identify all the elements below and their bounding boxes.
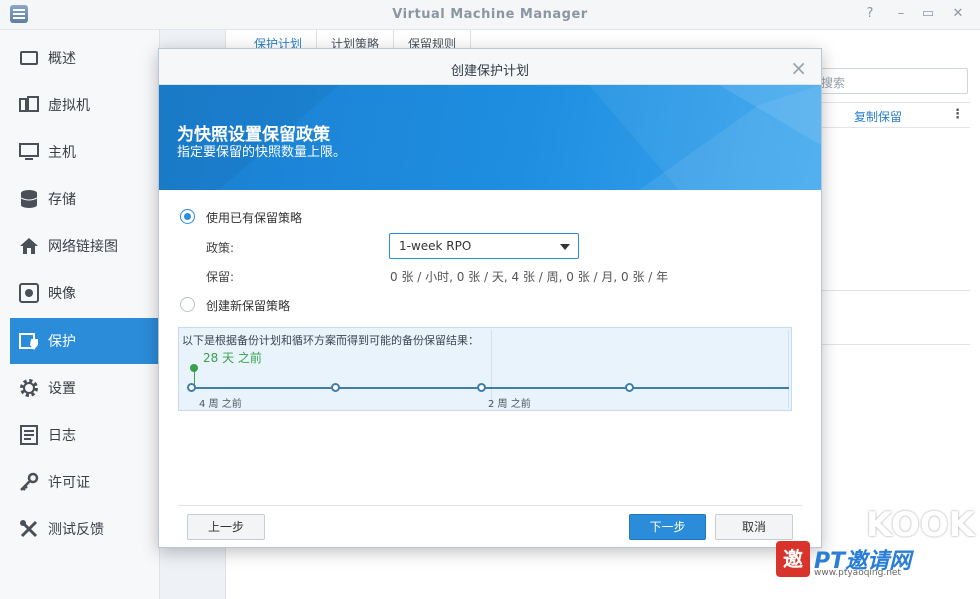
dialog-footer-divider — [178, 505, 802, 506]
radio-use-existing-policy[interactable] — [180, 209, 195, 224]
retention-value: 0 张 / 小时, 0 张 / 天, 4 张 / 周, 0 张 / 月, 0 张… — [390, 270, 669, 284]
sidebar-item-label: 概述 — [48, 51, 76, 67]
radio-label-existing: 使用已有保留策略 — [206, 211, 303, 225]
column-header: 复制保留 ⋮ — [820, 102, 970, 128]
sidebar-item-feedback[interactable]: 测试反馈 — [10, 506, 158, 552]
app-title: Virtual Machine Manager — [392, 7, 588, 22]
watermark-logo: KOOK — [866, 505, 975, 545]
title-bar: Virtual Machine Manager ? – ▭ ✕ — [0, 0, 980, 30]
image-icon — [18, 282, 40, 304]
column-menu-icon[interactable]: ⋮ — [951, 107, 964, 122]
timeline-tick-label: 2 周 之前 — [488, 399, 531, 410]
storage-icon — [18, 188, 40, 210]
dialog-header: 创建保护计划 × — [159, 49, 821, 85]
search-input[interactable]: 搜索 — [808, 68, 968, 94]
maximize-icon[interactable]: ▭ — [920, 6, 936, 21]
timeline-retention-badge: 28 天 之前 — [203, 351, 262, 365]
banner-subtitle: 指定要保留的快照数量上限。 — [177, 145, 347, 160]
timeline-node — [625, 383, 634, 392]
close-icon[interactable]: ✕ — [950, 6, 966, 21]
chevron-down-icon — [560, 244, 570, 250]
timeline-description: 以下是根据备份计划和循环方案而得到可能的备份保留结果： — [182, 334, 479, 347]
host-icon — [18, 141, 40, 163]
timeline-node — [331, 383, 340, 392]
divider — [820, 290, 970, 291]
sidebar-item-label: 设置 — [48, 381, 76, 397]
create-protection-plan-dialog: 创建保护计划 × 为快照设置保留政策 指定要保留的快照数量上限。 使用已有保留策… — [158, 48, 822, 548]
radio-create-new-policy[interactable] — [180, 297, 195, 312]
retention-timeline: 以下是根据备份计划和循环方案而得到可能的备份保留结果： 28 天 之前 4 周 … — [178, 327, 792, 411]
sidebar-item-label: 映像 — [48, 286, 76, 302]
sidebar-item-license[interactable]: 许可证 — [10, 459, 158, 505]
sidebar-item-label: 日志 — [48, 428, 76, 444]
radio-label-new: 创建新保留策略 — [206, 299, 291, 313]
sidebar-item-storage[interactable]: 存储 — [10, 176, 158, 222]
sidebar: 概述 虚拟机 主机 存储 网络链接图 映像 保护 设置 日志 许可证 测试反馈 — [0, 30, 160, 599]
sidebar-item-image[interactable]: 映像 — [10, 270, 158, 316]
feedback-wrench-icon — [18, 518, 40, 540]
policy-select-value: 1-week RPO — [399, 239, 472, 253]
sidebar-item-label: 网络链接图 — [48, 239, 118, 255]
log-icon — [18, 424, 40, 446]
network-icon — [18, 235, 40, 257]
sidebar-item-label: 主机 — [48, 145, 76, 161]
timeline-axis — [191, 387, 789, 389]
policy-select[interactable]: 1-week RPO — [389, 233, 579, 259]
sidebar-item-protection[interactable]: 保护 — [10, 318, 158, 364]
sidebar-item-label: 存储 — [48, 192, 76, 208]
minimize-icon[interactable]: – — [893, 6, 909, 21]
cancel-button[interactable]: 取消 — [715, 514, 793, 540]
dialog-title: 创建保护计划 — [450, 64, 529, 79]
dialog-close-icon[interactable]: × — [790, 56, 807, 80]
divider — [820, 344, 970, 345]
sidebar-item-label: 虚拟机 — [48, 98, 90, 114]
watermark-badge: 邀 — [776, 541, 810, 577]
sidebar-item-label: 保护 — [48, 334, 76, 350]
sidebar-item-settings[interactable]: 设置 — [10, 365, 158, 411]
sidebar-item-log[interactable]: 日志 — [10, 412, 158, 458]
policy-label: 政策: — [206, 241, 235, 255]
license-key-icon — [18, 471, 40, 493]
virtual-machine-icon — [18, 94, 40, 116]
next-button[interactable]: 下一步 — [629, 514, 706, 540]
dialog-banner: 为快照设置保留政策 指定要保留的快照数量上限。 — [159, 85, 821, 190]
retention-label: 保留: — [206, 270, 235, 284]
previous-button[interactable]: 上一步 — [187, 514, 265, 540]
sidebar-item-label: 测试反馈 — [48, 522, 104, 538]
sidebar-item-virtual-machine[interactable]: 虚拟机 — [10, 82, 158, 128]
timeline-node — [187, 383, 196, 392]
protection-icon — [18, 330, 40, 352]
timeline-divider — [788, 330, 789, 408]
sidebar-item-overview[interactable]: 概述 — [10, 35, 158, 81]
help-icon[interactable]: ? — [862, 6, 878, 21]
sidebar-item-network[interactable]: 网络链接图 — [10, 223, 158, 269]
sidebar-item-host[interactable]: 主机 — [10, 129, 158, 175]
sidebar-item-label: 许可证 — [48, 475, 90, 491]
timeline-marker-pin — [190, 364, 198, 372]
settings-gear-icon — [18, 377, 40, 399]
watermark-url: www.ptyaoqing.net — [814, 568, 901, 578]
timeline-tick-label: 4 周 之前 — [199, 399, 242, 410]
overview-icon — [18, 47, 40, 69]
timeline-node — [477, 383, 486, 392]
watermark-brand: 邀 PT邀请网 www.ptyaoqing.net — [776, 541, 974, 578]
